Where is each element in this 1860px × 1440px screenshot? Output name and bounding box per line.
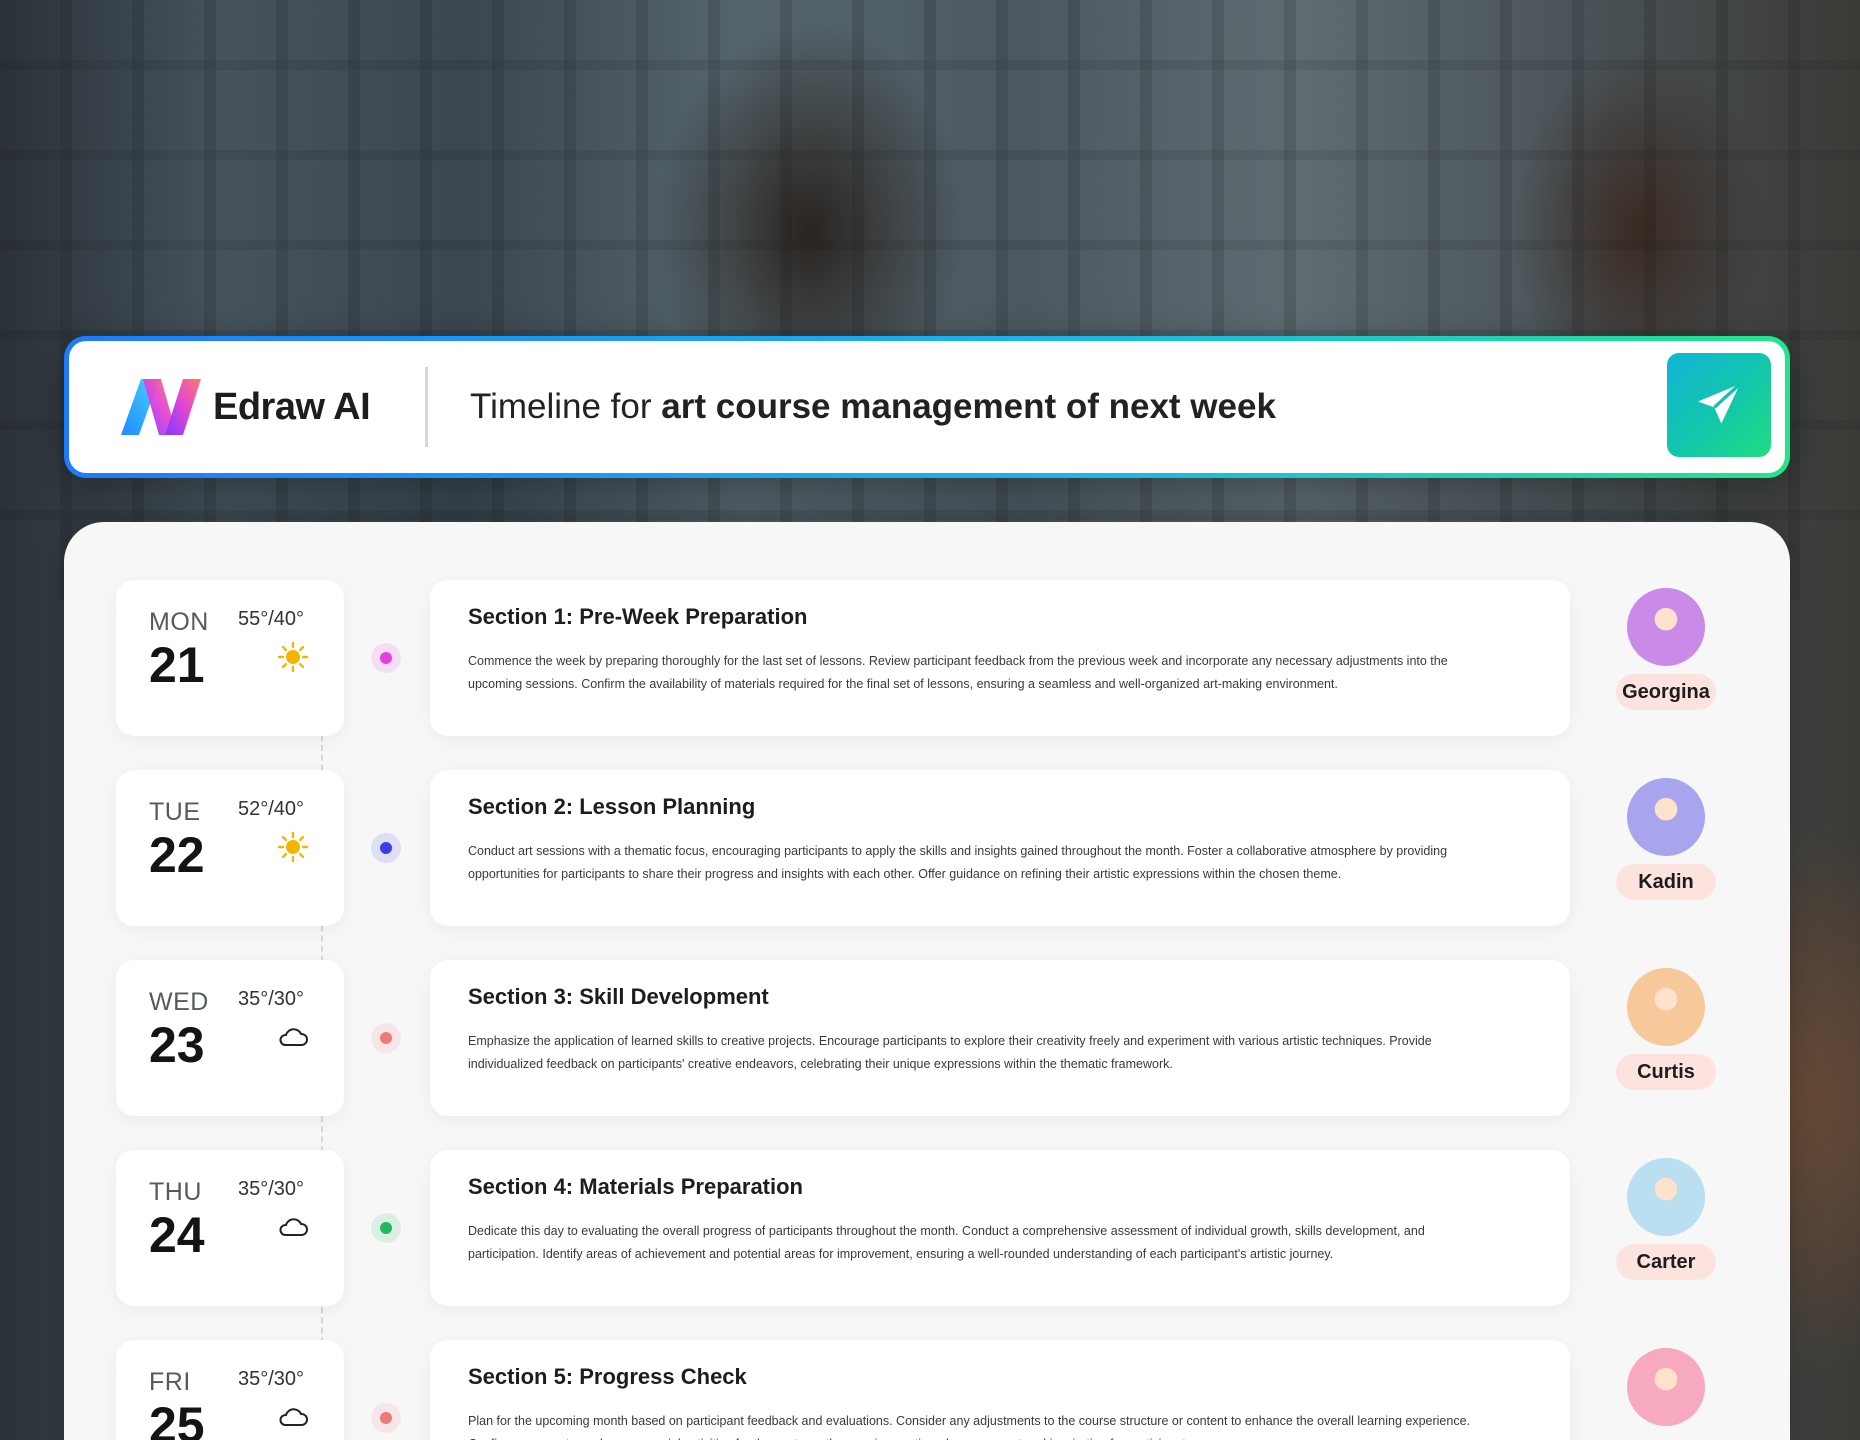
day-number: 24 bbox=[149, 1207, 205, 1263]
date-card: MON 21 55°/40° bbox=[116, 580, 344, 736]
date-card: FRI 25 35°/30° bbox=[116, 1340, 344, 1440]
timeline-row: THU 24 35°/30° Section 4: Materials Prep… bbox=[0, 1150, 1860, 1308]
timeline-row: FRI 25 35°/30° Section 5: Progress Check… bbox=[0, 1340, 1860, 1440]
date-card: TUE 22 52°/40° bbox=[116, 770, 344, 926]
cloud-icon bbox=[276, 1020, 310, 1054]
avatar bbox=[1627, 968, 1705, 1046]
timeline-row: TUE 22 52°/40° Section 2: Lesson Plannin… bbox=[0, 770, 1860, 928]
timeline-dot bbox=[371, 1023, 401, 1053]
day-number: 22 bbox=[149, 827, 205, 883]
section-description: Plan for the upcoming month based on par… bbox=[468, 1414, 1471, 1440]
divider bbox=[425, 367, 428, 447]
section-title: Section 3: Skill Development bbox=[468, 984, 769, 1009]
section-title: Section 1: Pre-Week Preparation bbox=[468, 604, 808, 629]
send-button[interactable] bbox=[1667, 353, 1771, 457]
temperature: 35°/30° bbox=[238, 1178, 305, 1200]
section-description: Dedicate this day to evaluating the over… bbox=[468, 1224, 1425, 1261]
temperature: 55°/40° bbox=[238, 608, 305, 630]
timeline-dot bbox=[371, 833, 401, 863]
section-title: Section 5: Progress Check bbox=[468, 1364, 747, 1389]
timeline-row: WED 23 35°/30° Section 3: Skill Developm… bbox=[0, 960, 1860, 1118]
avatar bbox=[1627, 778, 1705, 856]
day-number: 23 bbox=[149, 1017, 205, 1073]
paper-plane-icon bbox=[1698, 382, 1742, 424]
timeline-dot bbox=[371, 1213, 401, 1243]
temperature: 35°/30° bbox=[238, 988, 305, 1010]
section-description: Emphasize the application of learned ski… bbox=[468, 1034, 1432, 1071]
prompt-bar: Edraw AI Timeline for art course managem… bbox=[64, 336, 1790, 478]
edraw-ai-logo-icon bbox=[121, 379, 201, 435]
section-description: Commence the week by preparing thoroughl… bbox=[468, 654, 1448, 691]
day-of-week: FRI bbox=[149, 1368, 191, 1396]
section-description: Conduct art sessions with a thematic foc… bbox=[468, 844, 1448, 881]
prompt-prefix: Timeline for bbox=[470, 387, 662, 426]
avatar bbox=[1627, 1348, 1705, 1426]
assignee[interactable]: Curtis bbox=[1616, 968, 1716, 1090]
date-card: WED 23 35°/30° bbox=[116, 960, 344, 1116]
day-of-week: WED bbox=[149, 988, 209, 1016]
section-card[interactable]: Section 4: Materials Preparation Dedicat… bbox=[430, 1150, 1570, 1306]
day-of-week: TUE bbox=[149, 798, 201, 826]
section-card[interactable]: Section 1: Pre-Week Preparation Commence… bbox=[430, 580, 1570, 736]
date-card: THU 24 35°/30° bbox=[116, 1150, 344, 1306]
assignee[interactable] bbox=[1616, 1348, 1716, 1426]
brand-name: Edraw AI bbox=[213, 385, 371, 428]
timeline-dot bbox=[371, 643, 401, 673]
sun-icon bbox=[276, 640, 310, 674]
section-card[interactable]: Section 5: Progress Check Plan for the u… bbox=[430, 1340, 1570, 1440]
cloud-icon bbox=[276, 1210, 310, 1244]
temperature: 35°/30° bbox=[238, 1368, 305, 1390]
timeline-dot bbox=[371, 1403, 401, 1433]
section-title: Section 2: Lesson Planning bbox=[468, 794, 756, 819]
avatar bbox=[1627, 1158, 1705, 1236]
background-photo bbox=[0, 0, 1860, 600]
day-number: 21 bbox=[149, 637, 205, 693]
section-title: Section 4: Materials Preparation bbox=[468, 1174, 803, 1199]
assignee-name: Curtis bbox=[1616, 1054, 1716, 1090]
assignee[interactable]: Georgina bbox=[1616, 588, 1716, 710]
cloud-icon bbox=[276, 1400, 310, 1434]
section-card[interactable]: Section 3: Skill Development Emphasize t… bbox=[430, 960, 1570, 1116]
sun-icon bbox=[276, 830, 310, 864]
temperature: 52°/40° bbox=[238, 798, 305, 820]
assignee-name: Carter bbox=[1616, 1244, 1716, 1280]
day-number: 25 bbox=[149, 1397, 205, 1440]
assignee-name: Kadin bbox=[1616, 864, 1716, 900]
prompt-emphasis: art course management of next week bbox=[661, 387, 1276, 426]
prompt-bar-inner: Edraw AI Timeline for art course managem… bbox=[69, 341, 1785, 473]
day-of-week: THU bbox=[149, 1178, 202, 1206]
section-card[interactable]: Section 2: Lesson Planning Conduct art s… bbox=[430, 770, 1570, 926]
prompt-input[interactable]: Timeline for art course management of ne… bbox=[470, 387, 1276, 427]
timeline-row: MON 21 55°/40° Section 1: Pre-Week Prepa… bbox=[0, 580, 1860, 738]
day-of-week: MON bbox=[149, 608, 209, 636]
assignee[interactable]: Kadin bbox=[1616, 778, 1716, 900]
assignee[interactable]: Carter bbox=[1616, 1158, 1716, 1280]
brand: Edraw AI bbox=[121, 379, 411, 435]
avatar bbox=[1627, 588, 1705, 666]
assignee-name: Georgina bbox=[1616, 674, 1716, 710]
